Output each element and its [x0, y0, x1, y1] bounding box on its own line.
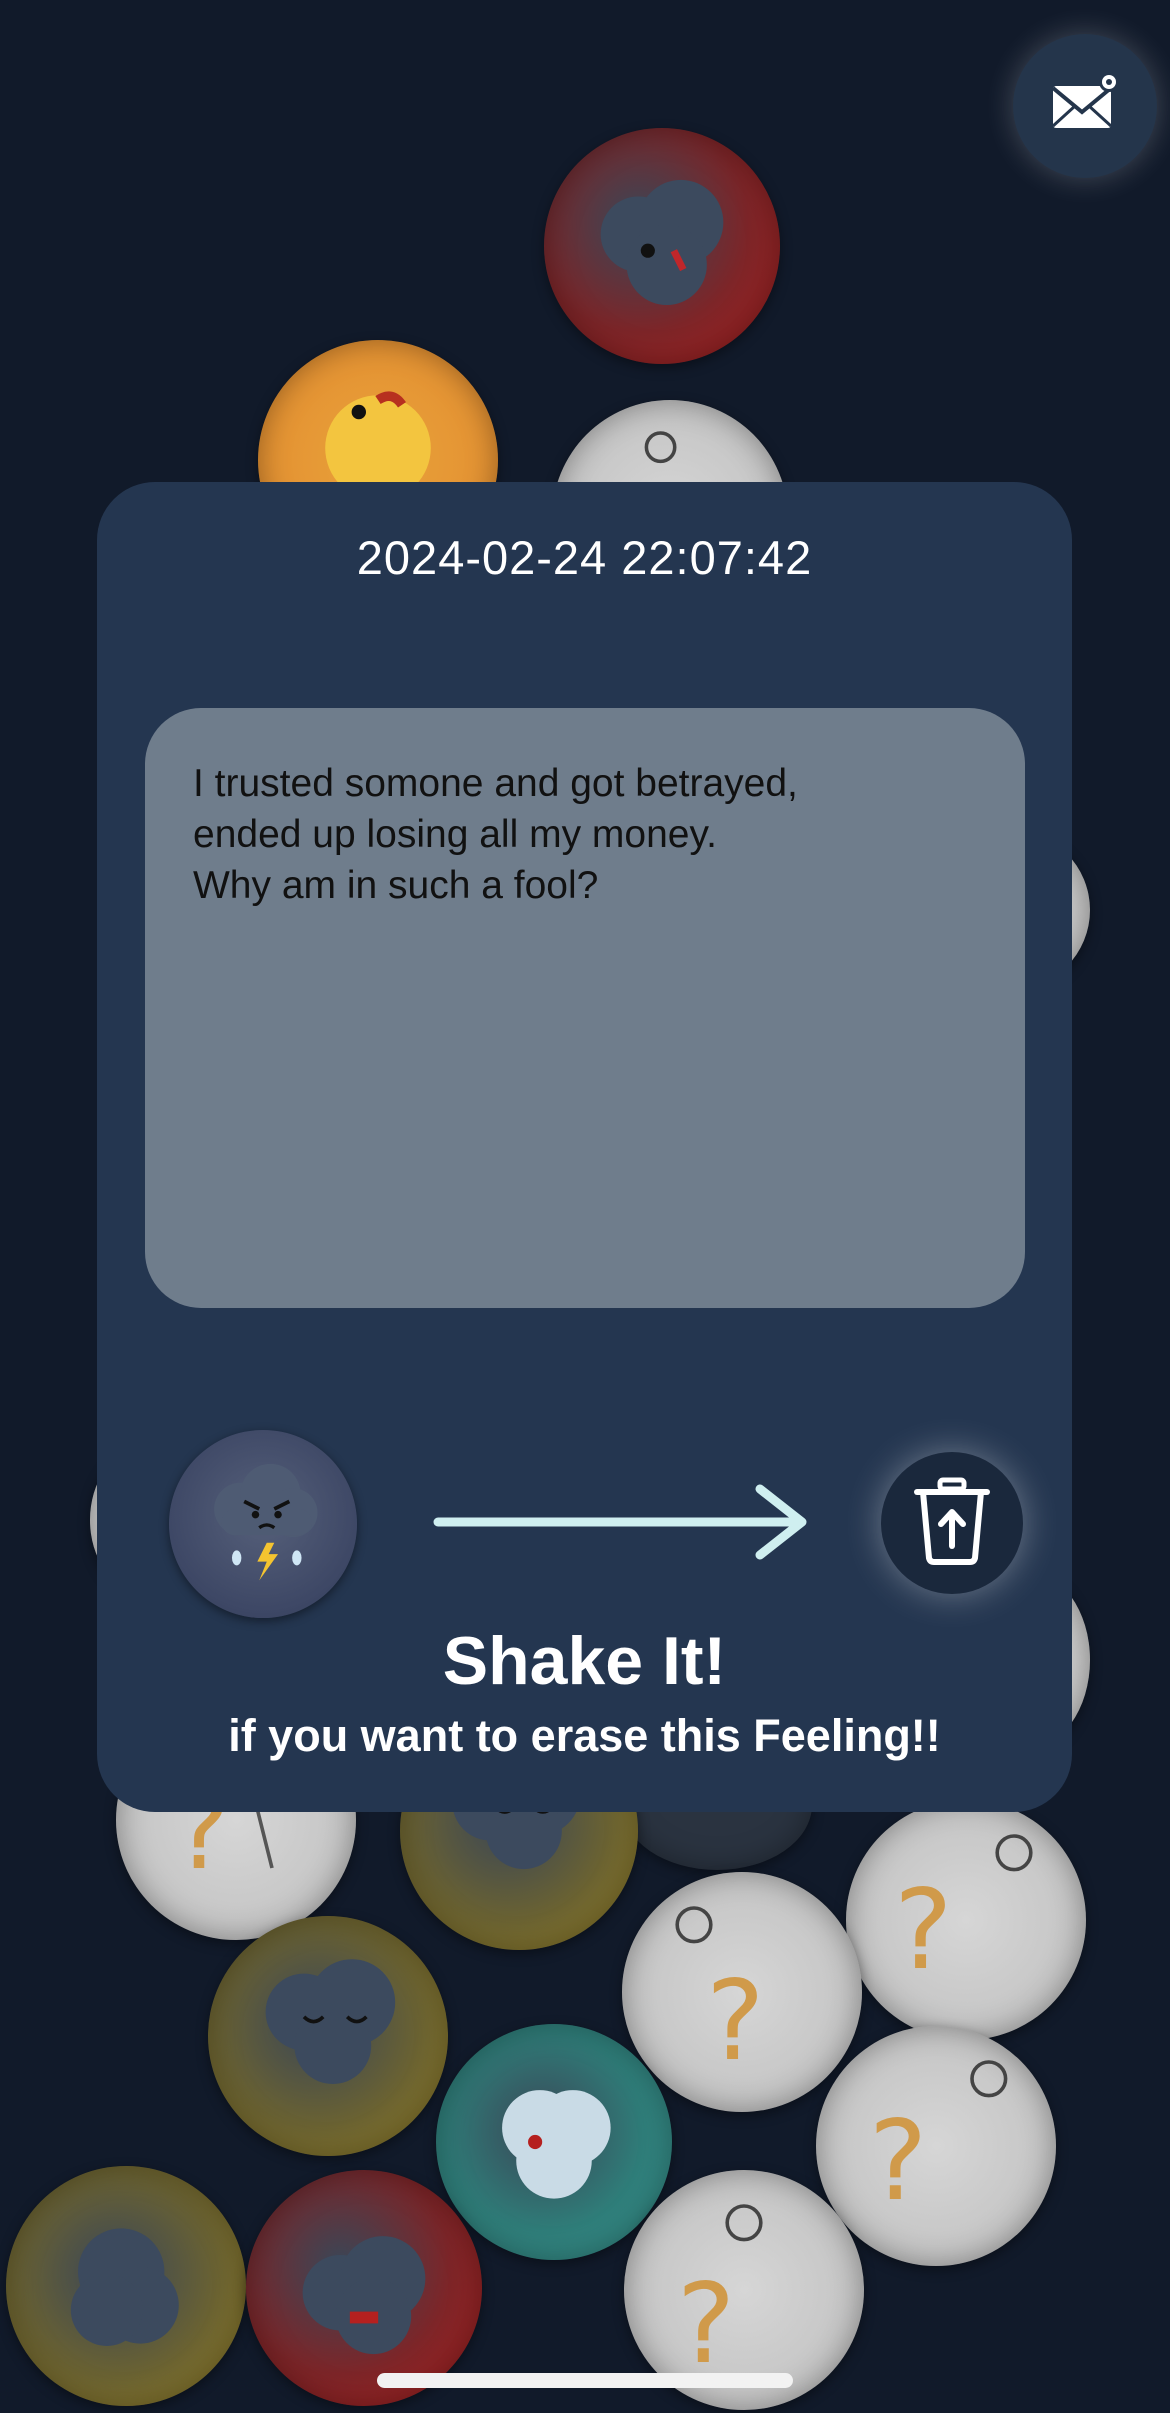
note-text: I trusted somone and got betrayed, ended… — [193, 762, 798, 907]
emotion-bubble-angry[interactable] — [246, 2170, 482, 2406]
cloud-face-icon — [600, 179, 724, 305]
emotion-bubble-confused[interactable]: ? — [846, 1800, 1086, 2040]
emotion-bubble-stormy[interactable] — [6, 2166, 246, 2406]
mail-button[interactable] — [1013, 34, 1157, 178]
svg-text:?: ? — [677, 2261, 736, 2389]
emotion-bubble-sad[interactable] — [436, 2024, 672, 2260]
emotion-bubble-stormy[interactable] — [208, 1916, 448, 2156]
shake-subtitle: if you want to erase this Feeling!! — [228, 1710, 941, 1761]
entry-timestamp: 2024-02-24 22:07:42 — [356, 531, 813, 584]
svg-text:?: ? — [894, 1867, 953, 1995]
mail-pin-icon — [1049, 68, 1121, 145]
svg-text:?: ? — [869, 2098, 928, 2226]
storm-cloud-icon — [214, 1463, 318, 1581]
svg-text:?: ? — [706, 1958, 765, 2086]
emotion-bubble-angry[interactable] — [544, 128, 780, 364]
erase-feeling-button[interactable] — [881, 1452, 1023, 1594]
home-indicator[interactable] — [377, 2373, 793, 2388]
emotion-bubble-confused[interactable]: ? — [816, 2026, 1056, 2266]
arrow-right-icon — [430, 1477, 820, 1567]
feeling-entry-card: 2024-02-24 22:07:42 I trusted somone and… — [97, 482, 1072, 1812]
mood-avatar[interactable] — [169, 1430, 357, 1618]
shake-title: Shake It! — [442, 1623, 727, 1699]
note-box[interactable]: I trusted somone and got betrayed, ended… — [145, 708, 1025, 1308]
emotion-bubble-confused[interactable]: ? — [622, 1872, 862, 2112]
trash-upload-icon — [907, 1476, 997, 1571]
